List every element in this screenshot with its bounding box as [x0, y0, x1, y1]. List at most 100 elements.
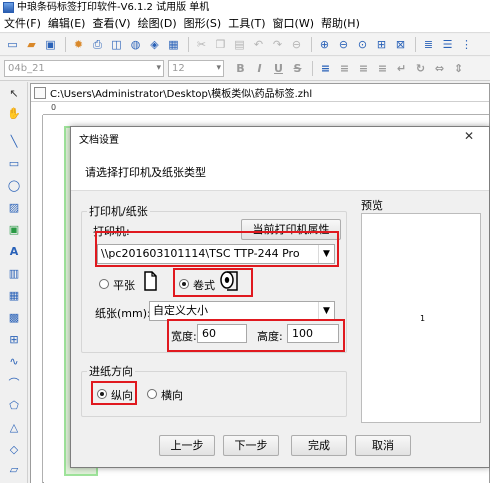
main-toolbar: ▭ ▰ ▣ ✹ ⎙ ◫ ◍ ◈ ▦ ✂ ❐ ▤ ↶ ↷ ⊖ ⊕ ⊖ ⊙ ⊞ ⊠ …: [0, 34, 490, 56]
document-settings-dialog: 文档设置 ✕ 请选择打印机及纸张类型 打印机/纸张 打印机: 当前打印机属性 \…: [70, 126, 490, 468]
open-folder-icon[interactable]: ▰: [23, 36, 40, 53]
bold-button[interactable]: B: [232, 60, 249, 77]
menu-help[interactable]: 帮助(H): [320, 16, 366, 32]
text-tool-icon[interactable]: A: [6, 244, 22, 260]
actual-size-icon[interactable]: ⊞: [373, 36, 390, 53]
print-preview-icon[interactable]: ◫: [108, 36, 125, 53]
toolbar-separator: [65, 37, 66, 52]
app-title-bar: 中琅条码标签打印软件-V6.1.2 试用版 单机: [0, 0, 490, 15]
picture-tool-icon[interactable]: ▣: [6, 222, 22, 238]
dialog-title-bar: 文档设置 ✕: [71, 127, 489, 147]
rectangle-tool-icon[interactable]: ▭: [6, 156, 22, 172]
fit-page-icon[interactable]: ⊠: [392, 36, 409, 53]
redo-icon[interactable]: ↷: [269, 36, 286, 53]
toolbar-separator: [312, 61, 313, 76]
preview-label: 预览: [361, 199, 383, 212]
datamatrix-tool-icon[interactable]: ▩: [6, 310, 22, 326]
curve-tool-icon[interactable]: ∿: [6, 354, 22, 370]
barcode-tool-icon[interactable]: ▥: [6, 266, 22, 282]
distribute-icon[interactable]: ⋮: [458, 36, 475, 53]
paper-label: 纸张(mm):: [95, 307, 151, 320]
sheet-radio[interactable]: [99, 279, 109, 289]
new-file-icon[interactable]: ▭: [4, 36, 21, 53]
prev-button[interactable]: 上一步: [159, 435, 215, 456]
italic-button[interactable]: I: [251, 60, 268, 77]
finish-button[interactable]: 完成: [291, 435, 347, 456]
align-center-text-icon[interactable]: ≡: [336, 60, 353, 77]
preview-page-number: 1: [420, 314, 426, 323]
horizontal-ruler: 0: [43, 103, 489, 115]
paper-size-select[interactable]: 自定义大小 ▼: [149, 301, 335, 321]
font-name-select[interactable]: 04b_21: [4, 60, 164, 77]
menu-file[interactable]: 文件(F): [3, 16, 47, 32]
menu-view[interactable]: 查看(V): [91, 16, 136, 32]
zoom-in-icon[interactable]: ⊕: [316, 36, 333, 53]
next-button[interactable]: 下一步: [223, 435, 279, 456]
document-icon: [34, 86, 46, 99]
ruler-zero-label: 0: [51, 103, 57, 112]
letter-spacing-icon[interactable]: ⇔: [431, 60, 448, 77]
pan-tool-icon[interactable]: ✋: [6, 106, 22, 122]
grid-icon[interactable]: ▦: [165, 36, 182, 53]
feed-direction-label: 进纸方向: [87, 363, 135, 379]
menu-edit[interactable]: 编辑(E): [47, 16, 92, 32]
toolbar-separator: [188, 37, 189, 52]
ellipse-tool-icon[interactable]: ◯: [6, 178, 22, 194]
triangle-tool-icon[interactable]: △: [6, 420, 22, 436]
database-icon[interactable]: ◍: [127, 36, 144, 53]
menu-window[interactable]: 窗口(W): [272, 16, 320, 32]
word-wrap-icon[interactable]: ↵: [393, 60, 410, 77]
highlight-printer: [95, 231, 339, 267]
highlight-portrait: [91, 381, 137, 405]
print-icon[interactable]: ⎙: [89, 36, 106, 53]
settings-gear-icon[interactable]: ✹: [70, 36, 87, 53]
zoom-out-icon[interactable]: ⊖: [335, 36, 352, 53]
align-icon[interactable]: ≣: [420, 36, 437, 53]
data-source-icon[interactable]: ◈: [146, 36, 163, 53]
cut-icon[interactable]: ✂: [193, 36, 210, 53]
justify-icon[interactable]: ≡: [374, 60, 391, 77]
arc-tool-icon[interactable]: ⌒: [6, 376, 22, 392]
chevron-down-icon: ▼: [318, 302, 334, 320]
toolbar-separator: [415, 37, 416, 52]
align-center-icon[interactable]: ☰: [439, 36, 456, 53]
paste-icon[interactable]: ▤: [231, 36, 248, 53]
line-spacing-icon[interactable]: ⇕: [450, 60, 467, 77]
font-size-select[interactable]: 12: [168, 60, 224, 77]
delete-icon[interactable]: ⊖: [288, 36, 305, 53]
diamond-tool-icon[interactable]: ◇: [6, 442, 22, 458]
copy-icon[interactable]: ❐: [212, 36, 229, 53]
sheet-label: 平张: [113, 279, 135, 292]
highlight-size: [167, 319, 345, 352]
underline-button[interactable]: U: [270, 60, 287, 77]
strikethrough-button[interactable]: S: [289, 60, 306, 77]
save-icon[interactable]: ▣: [42, 36, 59, 53]
toolbar-separator: [311, 37, 312, 52]
rotate-icon[interactable]: ↻: [412, 60, 429, 77]
drawing-toolbar: ↖ ✋ ╲ ▭ ◯ ▨ ▣ A ▥ ▦ ▩ ⊞ ∿ ⌒ ⬠ △ ◇ ▱: [0, 82, 28, 483]
zoom-fit-icon[interactable]: ⊙: [354, 36, 371, 53]
menu-tools[interactable]: 工具(T): [227, 16, 271, 32]
app-logo-icon: [3, 2, 14, 13]
qrcode-tool-icon[interactable]: ▦: [6, 288, 22, 304]
line-tool-icon[interactable]: ╲: [6, 134, 22, 150]
pointer-tool-icon[interactable]: ↖: [6, 86, 22, 102]
menu-draw[interactable]: 绘图(D): [137, 16, 183, 32]
table-tool-icon[interactable]: ⊞: [6, 332, 22, 348]
parallelogram-tool-icon[interactable]: ▱: [6, 462, 22, 478]
image-tool-icon[interactable]: ▨: [6, 200, 22, 216]
align-left-icon[interactable]: ≡: [317, 60, 334, 77]
undo-icon[interactable]: ↶: [250, 36, 267, 53]
dialog-instruction: 请选择打印机及纸张类型: [85, 166, 206, 179]
polygon-tool-icon[interactable]: ⬠: [6, 398, 22, 414]
menu-shape[interactable]: 图形(S): [183, 16, 228, 32]
landscape-radio[interactable]: [147, 389, 157, 399]
align-right-icon[interactable]: ≡: [355, 60, 372, 77]
preview-pane: 1: [361, 213, 481, 423]
document-path: C:\Users\Administrator\Desktop\模板类似\药品标签…: [50, 89, 313, 100]
printer-paper-group-label: 打印机/纸张: [87, 203, 150, 219]
close-icon[interactable]: ✕: [455, 127, 483, 145]
cancel-button[interactable]: 取消: [355, 435, 411, 456]
format-toolbar: 04b_21 12 B I U S ≡ ≡ ≡ ≡ ↵ ↻ ⇔ ⇕: [0, 57, 490, 81]
app-title: 中琅条码标签打印软件-V6.1.2 试用版 单机: [17, 1, 210, 13]
